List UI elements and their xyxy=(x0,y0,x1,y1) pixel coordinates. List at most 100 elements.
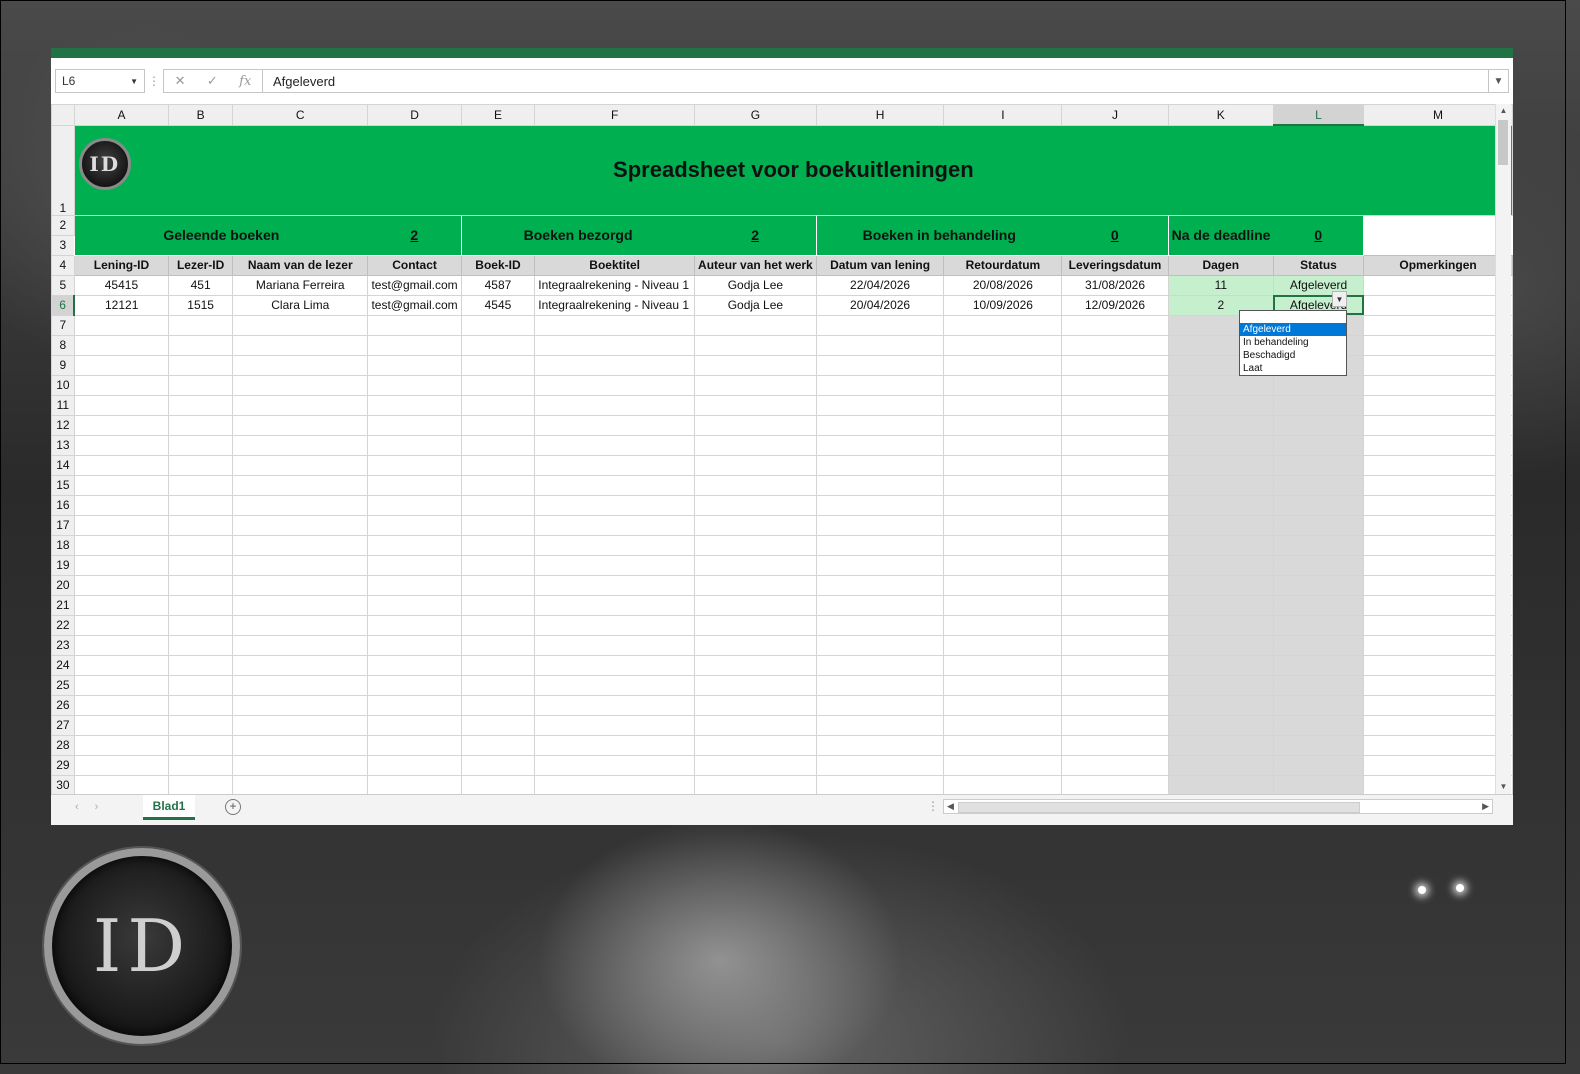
empty-cell[interactable] xyxy=(1272,534,1365,556)
empty-cell[interactable] xyxy=(815,554,945,576)
empty-cell[interactable] xyxy=(943,354,1063,376)
empty-cell[interactable] xyxy=(943,474,1063,496)
empty-cell[interactable] xyxy=(1363,754,1513,776)
empty-cell[interactable] xyxy=(367,454,462,476)
empty-cell[interactable] xyxy=(1363,574,1513,596)
splitter-dots[interactable]: ⋮ xyxy=(927,799,939,813)
empty-cell[interactable] xyxy=(1272,574,1365,596)
row-header[interactable]: 3 xyxy=(51,234,75,256)
empty-cell[interactable] xyxy=(694,674,817,696)
data-cell[interactable]: Integraalrekening - Niveau 1 xyxy=(534,274,696,296)
empty-cell[interactable] xyxy=(232,334,369,356)
empty-cell[interactable] xyxy=(1272,394,1365,416)
empty-cell[interactable] xyxy=(73,414,170,436)
empty-cell[interactable] xyxy=(73,674,170,696)
empty-cell[interactable] xyxy=(815,694,945,716)
empty-cell[interactable] xyxy=(1061,474,1169,496)
column-title[interactable]: Leveringsdatum xyxy=(1061,254,1169,276)
empty-cell[interactable] xyxy=(460,654,536,676)
empty-cell[interactable] xyxy=(232,734,369,756)
empty-cell[interactable] xyxy=(73,774,170,796)
column-header-m[interactable]: M xyxy=(1363,104,1513,126)
empty-cell[interactable] xyxy=(1272,414,1365,436)
empty-cell[interactable] xyxy=(694,514,817,536)
empty-cell[interactable] xyxy=(232,594,369,616)
empty-cell[interactable] xyxy=(460,474,536,496)
empty-cell[interactable] xyxy=(694,354,817,376)
empty-cell[interactable] xyxy=(943,494,1063,516)
column-header-j[interactable]: J xyxy=(1061,104,1169,126)
empty-cell[interactable] xyxy=(460,754,536,776)
empty-cell[interactable] xyxy=(815,594,945,616)
row-header[interactable]: 13 xyxy=(51,434,75,456)
dropdown-option[interactable]: Afgeleverd xyxy=(1240,323,1346,336)
empty-cell[interactable] xyxy=(1167,694,1274,716)
empty-cell[interactable] xyxy=(460,354,536,376)
empty-cell[interactable] xyxy=(168,374,234,396)
row-header[interactable]: 27 xyxy=(51,714,75,736)
empty-cell[interactable] xyxy=(1363,594,1513,616)
column-header-i[interactable]: I xyxy=(943,104,1063,126)
empty-cell[interactable] xyxy=(367,614,462,636)
empty-cell[interactable] xyxy=(1061,514,1169,536)
empty-cell[interactable] xyxy=(168,334,234,356)
empty-cell[interactable] xyxy=(815,774,945,796)
select-all-corner[interactable] xyxy=(51,104,75,126)
column-header-f[interactable]: F xyxy=(534,104,696,126)
empty-cell[interactable] xyxy=(367,494,462,516)
data-cell[interactable] xyxy=(1363,294,1513,316)
empty-cell[interactable] xyxy=(232,434,369,456)
column-title[interactable]: Dagen xyxy=(1167,254,1274,276)
empty-cell[interactable] xyxy=(694,774,817,796)
empty-cell[interactable] xyxy=(534,334,696,356)
empty-cell[interactable] xyxy=(73,434,170,456)
empty-cell[interactable] xyxy=(460,394,536,416)
hscroll-thumb[interactable] xyxy=(958,802,1360,813)
empty-cell[interactable] xyxy=(534,654,696,676)
empty-cell[interactable] xyxy=(815,354,945,376)
empty-cell[interactable] xyxy=(73,454,170,476)
empty-cell[interactable] xyxy=(460,494,536,516)
empty-cell[interactable] xyxy=(1272,654,1365,676)
empty-cell[interactable] xyxy=(73,354,170,376)
empty-cell[interactable] xyxy=(1061,334,1169,356)
empty-cell[interactable] xyxy=(232,454,369,476)
empty-cell[interactable] xyxy=(1061,314,1169,336)
row-header[interactable]: 25 xyxy=(51,674,75,696)
empty-cell[interactable] xyxy=(1167,674,1274,696)
empty-cell[interactable] xyxy=(168,354,234,376)
empty-cell[interactable] xyxy=(460,414,536,436)
column-title[interactable]: Opmerkingen xyxy=(1363,254,1513,276)
data-cell[interactable]: Godja Lee xyxy=(694,294,817,316)
empty-cell[interactable] xyxy=(1363,454,1513,476)
empty-cell[interactable] xyxy=(943,594,1063,616)
column-header-k[interactable]: K xyxy=(1167,104,1274,126)
row-header[interactable]: 5 xyxy=(51,274,75,296)
kpi-value[interactable]: 0 xyxy=(1273,214,1365,256)
empty-cell[interactable] xyxy=(815,494,945,516)
row-header[interactable]: 8 xyxy=(51,334,75,356)
dropdown-arrow-icon[interactable]: ▼ xyxy=(1332,291,1347,307)
empty-cell[interactable] xyxy=(73,514,170,536)
empty-cell[interactable] xyxy=(534,614,696,636)
empty-cell[interactable] xyxy=(367,474,462,496)
empty-cell[interactable] xyxy=(534,634,696,656)
column-title[interactable]: Auteur van het werk xyxy=(694,254,817,276)
empty-cell[interactable] xyxy=(1167,394,1274,416)
empty-cell[interactable] xyxy=(1061,554,1169,576)
empty-cell[interactable] xyxy=(232,674,369,696)
empty-cell[interactable] xyxy=(815,734,945,756)
empty-cell[interactable] xyxy=(694,634,817,656)
column-header-d[interactable]: D xyxy=(367,104,462,126)
empty-cell[interactable] xyxy=(367,374,462,396)
empty-cell[interactable] xyxy=(694,654,817,676)
chevron-down-icon[interactable]: ▼ xyxy=(130,77,138,86)
empty-cell[interactable] xyxy=(1363,614,1513,636)
row-header[interactable]: 16 xyxy=(51,494,75,516)
empty-cell[interactable] xyxy=(534,734,696,756)
row-header[interactable]: 20 xyxy=(51,574,75,596)
empty-cell[interactable] xyxy=(1167,574,1274,596)
data-cell[interactable]: 10/09/2026 xyxy=(943,294,1063,316)
kpi-value[interactable]: 2 xyxy=(367,214,462,256)
data-cell[interactable]: test@gmail.com xyxy=(367,274,462,296)
